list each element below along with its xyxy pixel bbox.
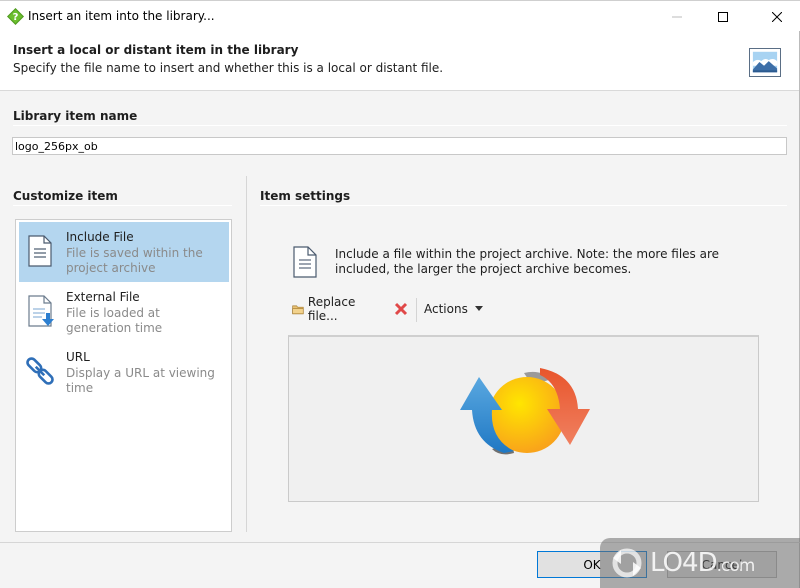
item-type-list: Include File File is saved within the pr…	[15, 219, 232, 532]
replace-file-button[interactable]: Replace file...	[292, 295, 361, 323]
customize-item-title: Customize item	[13, 189, 118, 203]
actions-dropdown[interactable]: Actions	[424, 298, 484, 320]
close-icon	[772, 11, 782, 22]
delete-icon	[394, 302, 408, 316]
maximize-icon	[718, 11, 728, 22]
divider	[13, 205, 232, 206]
dialog-header: Insert a local or distant item in the li…	[0, 31, 800, 91]
close-button[interactable]	[754, 1, 800, 32]
link-icon	[26, 357, 54, 385]
toolbar-divider	[416, 298, 417, 322]
minimize-icon	[672, 16, 682, 17]
list-item-label: Include File	[66, 230, 134, 244]
item-description: Include a file within the project archiv…	[335, 247, 720, 276]
watermark-logo-icon	[612, 548, 642, 578]
document-icon	[293, 246, 317, 278]
document-download-icon	[28, 295, 54, 327]
item-settings-title: Item settings	[260, 189, 351, 203]
vertical-divider	[246, 176, 247, 532]
minimize-button[interactable]	[654, 1, 700, 32]
sync-arrows-logo	[460, 368, 590, 455]
title-bar: ? Insert an item into the library...	[0, 0, 800, 31]
library-item-name-input[interactable]	[12, 137, 787, 155]
list-item-description: File is loaded at generation time	[66, 306, 163, 335]
list-item-include-file[interactable]: Include File File is saved within the pr…	[19, 222, 229, 282]
watermark-text: LO4D.com	[650, 548, 756, 578]
list-item-description: Display a URL at viewing time	[66, 366, 215, 395]
library-item-name-title: Library item name	[13, 109, 138, 123]
actions-label: Actions	[424, 302, 468, 316]
file-preview	[288, 335, 759, 502]
watermark-brand: LO4D	[650, 548, 718, 578]
remove-file-button[interactable]	[394, 298, 408, 320]
divider	[260, 205, 787, 206]
watermark: LO4D.com	[600, 538, 800, 588]
window-title: Insert an item into the library...	[28, 9, 215, 23]
folder-icon	[292, 305, 304, 314]
list-item-label: URL	[66, 350, 90, 364]
list-item-external-file[interactable]: External File File is loaded at generati…	[19, 282, 229, 342]
maximize-button[interactable]	[700, 1, 746, 32]
list-item-description: File is saved within the project archive	[66, 246, 203, 275]
replace-file-label: Replace file...	[307, 295, 356, 323]
list-item-label: External File	[66, 290, 140, 304]
divider	[13, 125, 787, 126]
watermark-suffix: .com	[716, 556, 756, 576]
library-insert-icon: ?	[7, 8, 24, 25]
header-title: Insert a local or distant item in the li…	[13, 43, 299, 57]
list-item-url[interactable]: URL Display a URL at viewing time	[19, 342, 229, 402]
caret-down-icon	[474, 306, 483, 311]
header-subtitle: Specify the file name to insert and whet…	[13, 61, 444, 75]
document-icon	[28, 235, 52, 267]
image-icon	[749, 48, 781, 77]
svg-text:?: ?	[13, 12, 19, 23]
